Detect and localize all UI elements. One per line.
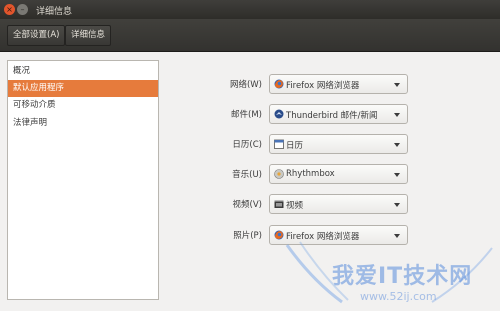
watermark-text: 我爱IT技术网 (332, 264, 473, 289)
sidebar: 概况 默认应用程序 可移动介质 法律声明 (7, 60, 159, 300)
toolbar: 全部设置(A) 详细信息 (0, 19, 500, 52)
details-breadcrumb-button[interactable]: 详细信息 (65, 25, 112, 46)
video-dropdown-value: 视频 (286, 201, 304, 211)
chevron-down-icon (394, 203, 400, 207)
video-dropdown[interactable]: 视频 (269, 194, 408, 214)
watermark: 我爱IT技术网 www.52ij.com (282, 240, 497, 308)
minimize-icon[interactable]: – (17, 4, 28, 15)
calendar-dropdown-value: 日历 (286, 141, 304, 151)
sidebar-item-default-apps[interactable]: 默认应用程序 (8, 80, 158, 97)
chevron-down-icon (394, 143, 400, 147)
video-label: 视频(V) (232, 200, 262, 210)
mail-label: 邮件(M) (231, 110, 262, 120)
web-label: 网络(W) (229, 80, 262, 90)
photos-label: 照片(P) (233, 231, 262, 241)
mail-dropdown-value: Thunderbird 邮件/新闻 (286, 111, 378, 121)
chevron-down-icon (394, 83, 400, 87)
rhythmbox-icon (274, 169, 284, 179)
close-icon[interactable]: × (4, 4, 15, 15)
video-icon (274, 200, 284, 208)
sidebar-item-overview[interactable]: 概况 (8, 63, 158, 80)
web-dropdown-value: Firefox 网络浏览器 (286, 81, 360, 91)
sidebar-item-removable-media[interactable]: 可移动介质 (8, 97, 158, 114)
mail-dropdown[interactable]: Thunderbird 邮件/新闻 (269, 104, 408, 124)
sidebar-item-legal[interactable]: 法律声明 (8, 115, 158, 132)
thunderbird-icon (274, 109, 284, 119)
watermark-url: www.52ij.com (360, 290, 437, 303)
web-dropdown[interactable]: Firefox 网络浏览器 (269, 74, 408, 94)
firefox-icon (274, 230, 284, 240)
all-settings-button[interactable]: 全部设置(A) (7, 25, 66, 46)
music-dropdown[interactable]: Rhythmbox (269, 164, 408, 184)
chevron-down-icon (394, 113, 400, 117)
window-title: 详细信息 (36, 7, 73, 17)
chevron-down-icon (394, 173, 400, 177)
music-dropdown-value: Rhythmbox (286, 169, 335, 179)
calendar-dropdown[interactable]: 日历 (269, 134, 408, 154)
chevron-down-icon (394, 234, 400, 238)
calendar-label: 日历(C) (232, 140, 262, 150)
firefox-icon (274, 79, 284, 89)
calendar-icon (274, 139, 284, 149)
title-bar: × – 详细信息 (0, 0, 500, 19)
music-label: 音乐(U) (232, 170, 262, 180)
